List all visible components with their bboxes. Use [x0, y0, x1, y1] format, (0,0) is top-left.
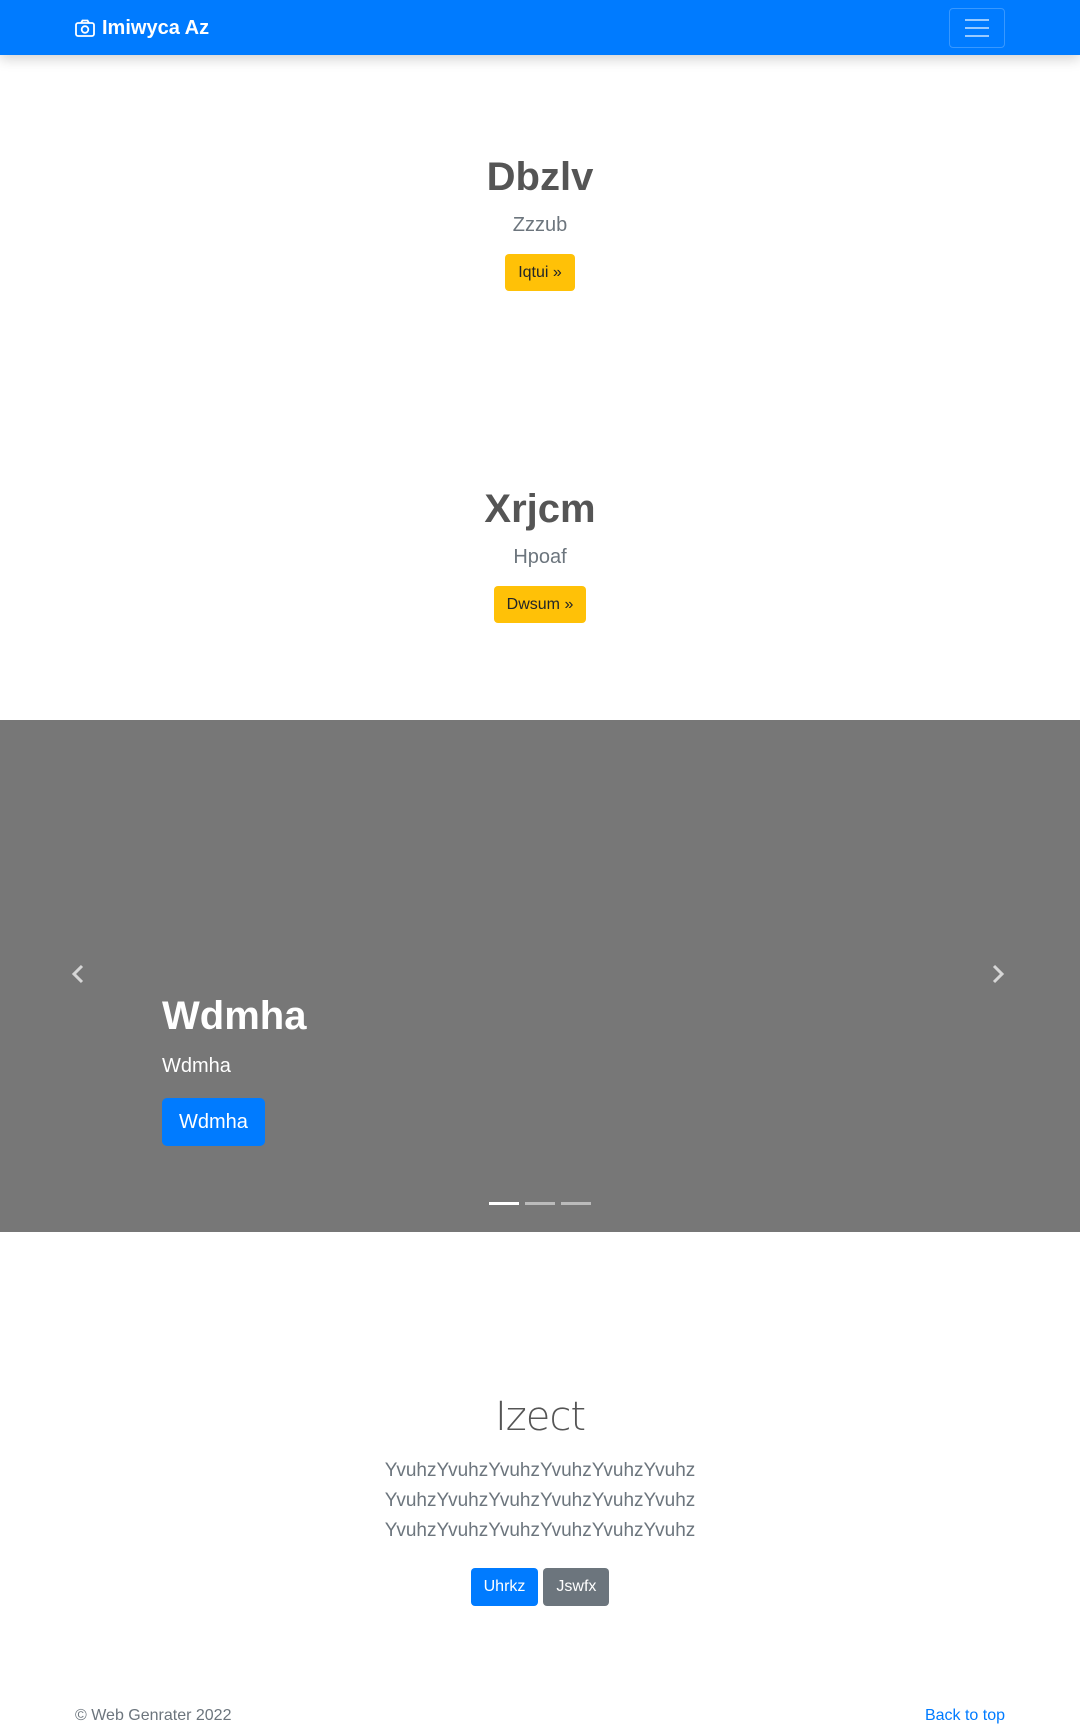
secondary-button[interactable]: Jswfx: [543, 1568, 610, 1606]
brand-label: Imiwyca Az: [102, 17, 210, 39]
carousel: Wdmha Wdmha Wdmha: [0, 720, 1080, 1232]
navbar-brand[interactable]: Imiwyca Az: [75, 17, 209, 39]
chevron-left-icon: [71, 964, 84, 984]
hamburger-icon: [965, 19, 989, 37]
hero-title: Dbzlv: [486, 155, 594, 199]
hero-title: Xrjcm: [484, 487, 596, 531]
navbar-toggler-button[interactable]: [949, 8, 1005, 48]
carousel-prev-button[interactable]: [70, 964, 86, 989]
jumbotron-line: YvuhzYvuhzYvuhzYvuhzYvuhzYvuhz: [384, 1520, 696, 1541]
jumbotron: Izect YvuhzYvuhzYvuhzYvuhzYvuhzYvuhz Yvu…: [0, 1392, 1080, 1606]
copyright-text: © Web Genrater 2022: [75, 1707, 232, 1724]
hero-section-1: Dbzlv Zzzub Iqtui »: [0, 153, 1080, 291]
jumbotron-text: YvuhzYvuhzYvuhzYvuhzYvuhzYvuhz YvuhzYvuh…: [0, 1456, 1080, 1546]
jumbotron-line: YvuhzYvuhzYvuhzYvuhzYvuhzYvuhz: [384, 1460, 696, 1481]
hero-section-2: Xrjcm Hpoaf Dwsum »: [0, 485, 1080, 623]
carousel-title: Wdmha: [162, 994, 307, 1038]
jumbotron-title: Izect: [494, 1394, 586, 1440]
camera-icon: [75, 19, 95, 37]
carousel-indicators: [0, 1202, 1080, 1205]
carousel-indicator[interactable]: [489, 1202, 519, 1205]
carousel-indicator[interactable]: [561, 1202, 591, 1205]
carousel-text: Wdmha: [162, 1055, 231, 1077]
hero-cta-button[interactable]: Dwsum »: [493, 586, 587, 623]
jumbotron-line: YvuhzYvuhzYvuhzYvuhzYvuhzYvuhz: [384, 1490, 696, 1511]
hero-subtitle: Zzzub: [512, 214, 568, 236]
carousel-caption: Wdmha Wdmha Wdmha: [162, 992, 306, 1146]
hero-subtitle: Hpoaf: [513, 546, 567, 568]
carousel-next-button[interactable]: [990, 964, 1006, 989]
carousel-indicator[interactable]: [525, 1202, 555, 1205]
jumbotron-buttons: Uhrkz Jswfx: [0, 1568, 1080, 1606]
back-to-top-link[interactable]: Back to top: [925, 1706, 1005, 1726]
navbar: Imiwyca Az: [0, 0, 1080, 55]
primary-button[interactable]: Uhrkz: [470, 1568, 539, 1606]
hero-cta-button[interactable]: Iqtui »: [505, 254, 575, 291]
carousel-cta-button[interactable]: Wdmha: [162, 1098, 265, 1146]
footer: © Web Genrater 2022 Back to top: [75, 1706, 1005, 1726]
chevron-right-icon: [992, 964, 1005, 984]
